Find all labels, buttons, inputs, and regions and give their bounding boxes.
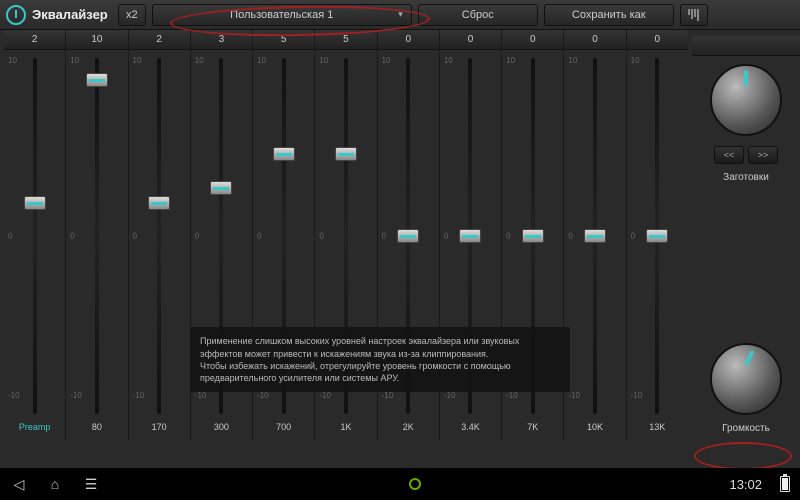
preset-dropdown[interactable]: Пользовательская 1 bbox=[152, 4, 412, 26]
save-as-button[interactable]: Сохранить как bbox=[544, 4, 674, 26]
slider-freq-label: 2K bbox=[403, 422, 414, 440]
slider-freq-label: 3.4K bbox=[461, 422, 480, 440]
slider-freq-label: Preamp bbox=[19, 422, 51, 440]
status-dot-icon bbox=[409, 478, 421, 490]
app-title: Эквалайзер bbox=[32, 7, 108, 22]
slider-freq-label: 10K bbox=[587, 422, 603, 440]
warning-tooltip: Применение слишком высоких уровней настр… bbox=[190, 327, 570, 392]
volume-knob[interactable] bbox=[710, 343, 782, 415]
slider-track[interactable]: 100-10 bbox=[627, 50, 688, 422]
slider-thumb[interactable] bbox=[86, 73, 108, 87]
back-icon[interactable]: ◁ bbox=[10, 475, 28, 493]
clock: 13:02 bbox=[729, 477, 762, 492]
slider-value: 0 bbox=[502, 30, 563, 50]
battery-icon bbox=[780, 476, 790, 492]
volume-label: Громкость bbox=[722, 423, 770, 434]
slider-thumb[interactable] bbox=[459, 229, 481, 243]
multiplier-button[interactable]: x2 bbox=[118, 4, 146, 26]
slider-value: 3 bbox=[191, 30, 252, 50]
slider-freq-label: 7K bbox=[527, 422, 538, 440]
slider-col: 2100-10170 bbox=[129, 30, 191, 440]
tooltip-line: Применение слишком высоких уровней настр… bbox=[200, 335, 560, 359]
slider-col: 10100-1080 bbox=[66, 30, 128, 440]
slider-col: 0100-1013K bbox=[627, 30, 688, 440]
slider-track[interactable]: 100-10 bbox=[4, 50, 65, 422]
slider-thumb[interactable] bbox=[210, 181, 232, 195]
slider-value: 2 bbox=[4, 30, 65, 50]
slider-thumb[interactable] bbox=[335, 147, 357, 161]
presets-label: Заготовки bbox=[723, 172, 769, 183]
equalizer-area: 2100-10Preamp10100-10802100-101703100-10… bbox=[0, 30, 800, 440]
slider-freq-label: 300 bbox=[214, 422, 229, 440]
tooltip-line: Чтобы избежать искажений, отрегулируйте … bbox=[200, 360, 560, 384]
slider-value: 5 bbox=[253, 30, 314, 50]
slider-thumb[interactable] bbox=[397, 229, 419, 243]
slider-col: 0100-1010K bbox=[564, 30, 626, 440]
slider-thumb[interactable] bbox=[522, 229, 544, 243]
slider-thumb[interactable] bbox=[24, 196, 46, 210]
reset-button[interactable]: Сброс bbox=[418, 4, 538, 26]
home-icon[interactable]: ⌂ bbox=[46, 475, 64, 493]
slider-freq-label: 13K bbox=[649, 422, 665, 440]
slider-value: 0 bbox=[564, 30, 625, 50]
slider-freq-label: 170 bbox=[152, 422, 167, 440]
spectrum-icon[interactable] bbox=[680, 4, 708, 26]
preset-prev-button[interactable]: << bbox=[714, 146, 744, 164]
slider-value: 0 bbox=[378, 30, 439, 50]
slider-thumb[interactable] bbox=[273, 147, 295, 161]
slider-value: 0 bbox=[440, 30, 501, 50]
slider-col: 2100-10Preamp bbox=[4, 30, 66, 440]
slider-value: 2 bbox=[129, 30, 190, 50]
slider-value: 10 bbox=[66, 30, 127, 50]
slider-value: 5 bbox=[315, 30, 376, 50]
right-panel: << >> Заготовки Громкость bbox=[692, 30, 800, 440]
slider-thumb[interactable] bbox=[646, 229, 668, 243]
slider-track[interactable]: 100-10 bbox=[564, 50, 625, 422]
slider-track[interactable]: 100-10 bbox=[66, 50, 127, 422]
slider-thumb[interactable] bbox=[148, 196, 170, 210]
power-icon[interactable] bbox=[6, 5, 26, 25]
preset-next-button[interactable]: >> bbox=[748, 146, 778, 164]
recent-icon[interactable]: ☰ bbox=[82, 475, 100, 493]
top-toolbar: Эквалайзер x2 Пользовательская 1 Сброс С… bbox=[0, 0, 800, 30]
system-navbar: ◁ ⌂ ☰ 13:02 bbox=[0, 468, 800, 500]
slider-value: 0 bbox=[627, 30, 688, 50]
slider-thumb[interactable] bbox=[584, 229, 606, 243]
slider-track[interactable]: 100-10 bbox=[129, 50, 190, 422]
annotation-circle bbox=[694, 442, 792, 470]
slider-freq-label: 80 bbox=[92, 422, 102, 440]
slider-freq-label: 1K bbox=[340, 422, 351, 440]
slider-freq-label: 700 bbox=[276, 422, 291, 440]
preset-label: Пользовательская 1 bbox=[230, 9, 333, 21]
presets-knob[interactable] bbox=[710, 64, 782, 136]
